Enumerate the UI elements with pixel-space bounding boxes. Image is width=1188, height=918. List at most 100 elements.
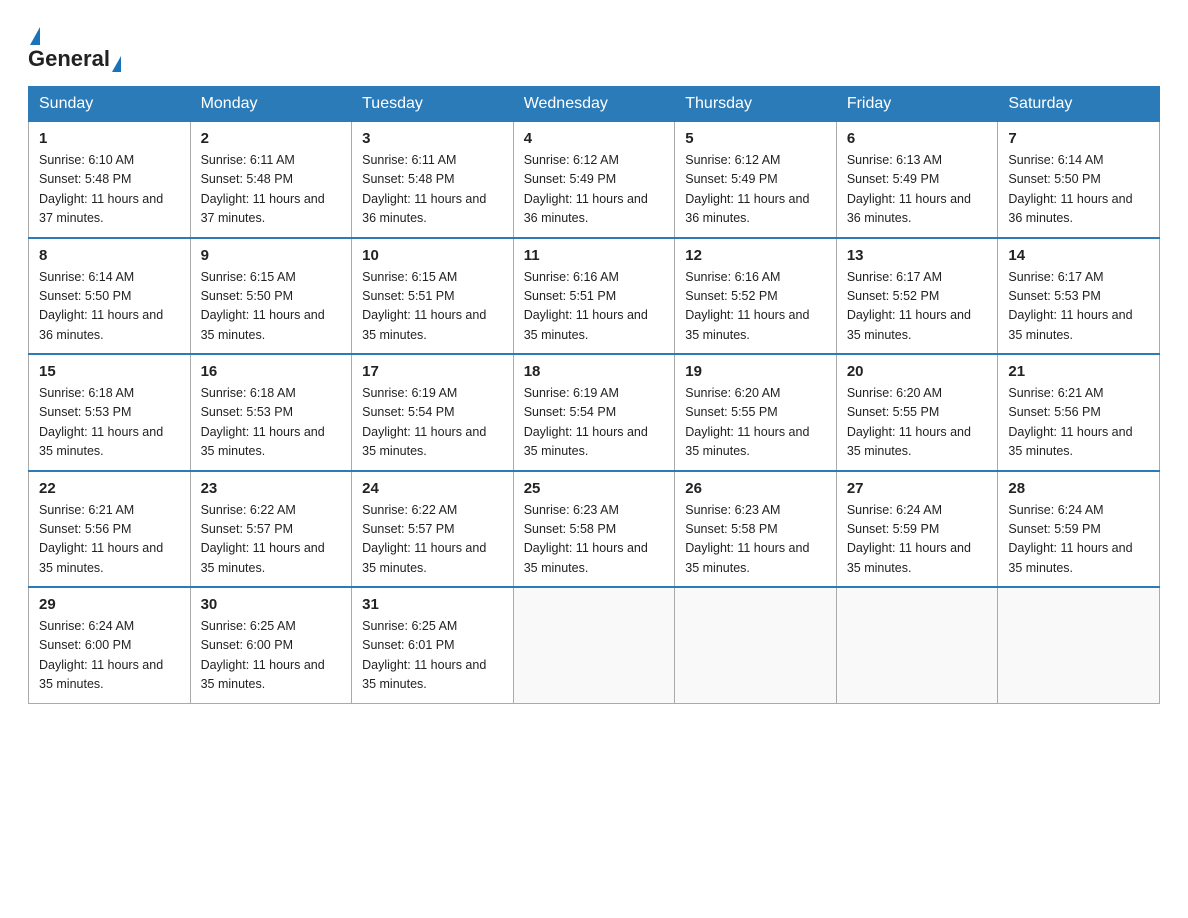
day-number: 20	[847, 363, 988, 380]
day-number: 22	[39, 480, 180, 497]
column-header-sunday: Sunday	[29, 87, 191, 122]
day-number: 25	[524, 480, 665, 497]
column-header-tuesday: Tuesday	[352, 87, 514, 122]
calendar-cell	[998, 587, 1160, 703]
day-number: 7	[1008, 130, 1149, 147]
day-info: Sunrise: 6:19 AMSunset: 5:54 PMDaylight:…	[362, 384, 503, 462]
calendar-week-row: 22 Sunrise: 6:21 AMSunset: 5:56 PMDayligh…	[29, 471, 1160, 588]
day-number: 12	[685, 247, 826, 264]
day-info: Sunrise: 6:17 AMSunset: 5:52 PMDaylight:…	[847, 268, 988, 346]
calendar-week-row: 1Sunrise: 6:10 AMSunset: 5:48 PMDaylight…	[29, 122, 1160, 238]
calendar-cell: 3 Sunrise: 6:11 AMSunset: 5:48 PMDaylight…	[352, 122, 514, 238]
page-header: General	[28, 24, 1160, 68]
calendar-cell: 14 Sunrise: 6:17 AMSunset: 5:53 PMDayligh…	[998, 238, 1160, 355]
day-info: Sunrise: 6:14 AMSunset: 5:50 PMDaylight:…	[39, 268, 180, 346]
day-number: 6	[847, 130, 988, 147]
column-header-wednesday: Wednesday	[513, 87, 675, 122]
logo-full-text: General	[28, 48, 121, 70]
day-number: 21	[1008, 363, 1149, 380]
day-number: 14	[1008, 247, 1149, 264]
calendar-cell	[513, 587, 675, 703]
day-info: Sunrise: 6:11 AMSunset: 5:48 PMDaylight:…	[362, 151, 503, 229]
calendar-cell: 19Sunrise: 6:20 AMSunset: 5:55 PMDayligh…	[675, 354, 837, 471]
day-info: Sunrise: 6:21 AMSunset: 5:56 PMDaylight:…	[39, 501, 180, 579]
day-number: 16	[201, 363, 342, 380]
day-number: 4	[524, 130, 665, 147]
day-number: 3	[362, 130, 503, 147]
day-info: Sunrise: 6:16 AMSunset: 5:51 PMDaylight:…	[524, 268, 665, 346]
day-info: Sunrise: 6:23 AMSunset: 5:58 PMDaylight:…	[524, 501, 665, 579]
day-number: 23	[201, 480, 342, 497]
calendar-cell: 28 Sunrise: 6:24 AMSunset: 5:59 PMDayligh…	[998, 471, 1160, 588]
calendar-cell: 6 Sunrise: 6:13 AMSunset: 5:49 PMDaylight…	[836, 122, 998, 238]
calendar-cell: 27Sunrise: 6:24 AMSunset: 5:59 PMDayligh…	[836, 471, 998, 588]
day-info: Sunrise: 6:12 AMSunset: 5:49 PMDaylight:…	[685, 151, 826, 229]
calendar-week-row: 29Sunrise: 6:24 AMSunset: 6:00 PMDayligh…	[29, 587, 1160, 703]
day-number: 30	[201, 596, 342, 613]
calendar-cell: 17 Sunrise: 6:19 AMSunset: 5:54 PMDayligh…	[352, 354, 514, 471]
day-info: Sunrise: 6:20 AMSunset: 5:55 PMDaylight:…	[685, 384, 826, 462]
day-number: 26	[685, 480, 826, 497]
day-info: Sunrise: 6:11 AMSunset: 5:48 PMDaylight:…	[201, 151, 342, 229]
calendar-cell: 20 Sunrise: 6:20 AMSunset: 5:55 PMDayligh…	[836, 354, 998, 471]
day-number: 13	[847, 247, 988, 264]
calendar-cell	[675, 587, 837, 703]
calendar-cell: 30 Sunrise: 6:25 AMSunset: 6:00 PMDayligh…	[190, 587, 352, 703]
day-number: 15	[39, 363, 180, 380]
day-info: Sunrise: 6:24 AMSunset: 6:00 PMDaylight:…	[39, 617, 180, 695]
column-header-friday: Friday	[836, 87, 998, 122]
calendar-cell: 10Sunrise: 6:15 AMSunset: 5:51 PMDayligh…	[352, 238, 514, 355]
calendar-week-row: 8 Sunrise: 6:14 AMSunset: 5:50 PMDaylight…	[29, 238, 1160, 355]
calendar-cell: 15 Sunrise: 6:18 AMSunset: 5:53 PMDayligh…	[29, 354, 191, 471]
day-number: 11	[524, 247, 665, 264]
day-info: Sunrise: 6:23 AMSunset: 5:58 PMDaylight:…	[685, 501, 826, 579]
day-info: Sunrise: 6:19 AMSunset: 5:54 PMDaylight:…	[524, 384, 665, 462]
day-number: 8	[39, 247, 180, 264]
day-info: Sunrise: 6:20 AMSunset: 5:55 PMDaylight:…	[847, 384, 988, 462]
calendar-cell: 31Sunrise: 6:25 AMSunset: 6:01 PMDayligh…	[352, 587, 514, 703]
day-info: Sunrise: 6:14 AMSunset: 5:50 PMDaylight:…	[1008, 151, 1149, 229]
calendar-cell: 29Sunrise: 6:24 AMSunset: 6:00 PMDayligh…	[29, 587, 191, 703]
day-info: Sunrise: 6:12 AMSunset: 5:49 PMDaylight:…	[524, 151, 665, 229]
column-header-thursday: Thursday	[675, 87, 837, 122]
calendar-cell: 16 Sunrise: 6:18 AMSunset: 5:53 PMDayligh…	[190, 354, 352, 471]
day-info: Sunrise: 6:21 AMSunset: 5:56 PMDaylight:…	[1008, 384, 1149, 462]
day-number: 27	[847, 480, 988, 497]
calendar-table: SundayMondayTuesdayWednesdayThursdayFrid…	[28, 86, 1160, 704]
day-info: Sunrise: 6:25 AMSunset: 6:01 PMDaylight:…	[362, 617, 503, 695]
day-number: 28	[1008, 480, 1149, 497]
day-info: Sunrise: 6:25 AMSunset: 6:00 PMDaylight:…	[201, 617, 342, 695]
day-info: Sunrise: 6:15 AMSunset: 5:50 PMDaylight:…	[201, 268, 342, 346]
day-number: 10	[362, 247, 503, 264]
day-number: 2	[201, 130, 342, 147]
calendar-cell: 7 Sunrise: 6:14 AMSunset: 5:50 PMDaylight…	[998, 122, 1160, 238]
day-number: 9	[201, 247, 342, 264]
calendar-cell: 11 Sunrise: 6:16 AMSunset: 5:51 PMDayligh…	[513, 238, 675, 355]
day-info: Sunrise: 6:22 AMSunset: 5:57 PMDaylight:…	[201, 501, 342, 579]
day-number: 17	[362, 363, 503, 380]
day-info: Sunrise: 6:18 AMSunset: 5:53 PMDaylight:…	[39, 384, 180, 462]
calendar-cell: 24Sunrise: 6:22 AMSunset: 5:57 PMDayligh…	[352, 471, 514, 588]
calendar-cell: 2 Sunrise: 6:11 AMSunset: 5:48 PMDaylight…	[190, 122, 352, 238]
calendar-cell: 26 Sunrise: 6:23 AMSunset: 5:58 PMDayligh…	[675, 471, 837, 588]
calendar-cell: 23 Sunrise: 6:22 AMSunset: 5:57 PMDayligh…	[190, 471, 352, 588]
day-number: 5	[685, 130, 826, 147]
logo: General	[28, 24, 121, 68]
day-info: Sunrise: 6:17 AMSunset: 5:53 PMDaylight:…	[1008, 268, 1149, 346]
day-number: 1	[39, 130, 180, 147]
day-info: Sunrise: 6:18 AMSunset: 5:53 PMDaylight:…	[201, 384, 342, 462]
column-header-monday: Monday	[190, 87, 352, 122]
calendar-week-row: 15 Sunrise: 6:18 AMSunset: 5:53 PMDayligh…	[29, 354, 1160, 471]
day-info: Sunrise: 6:24 AMSunset: 5:59 PMDaylight:…	[1008, 501, 1149, 579]
calendar-cell: 5 Sunrise: 6:12 AMSunset: 5:49 PMDaylight…	[675, 122, 837, 238]
day-info: Sunrise: 6:13 AMSunset: 5:49 PMDaylight:…	[847, 151, 988, 229]
calendar-cell: 4 Sunrise: 6:12 AMSunset: 5:49 PMDaylight…	[513, 122, 675, 238]
calendar-cell: 18 Sunrise: 6:19 AMSunset: 5:54 PMDayligh…	[513, 354, 675, 471]
logo-triangle-icon	[30, 27, 40, 45]
calendar-cell: 1Sunrise: 6:10 AMSunset: 5:48 PMDaylight…	[29, 122, 191, 238]
day-info: Sunrise: 6:16 AMSunset: 5:52 PMDaylight:…	[685, 268, 826, 346]
calendar-cell: 8 Sunrise: 6:14 AMSunset: 5:50 PMDaylight…	[29, 238, 191, 355]
day-number: 18	[524, 363, 665, 380]
day-info: Sunrise: 6:22 AMSunset: 5:57 PMDaylight:…	[362, 501, 503, 579]
column-header-saturday: Saturday	[998, 87, 1160, 122]
